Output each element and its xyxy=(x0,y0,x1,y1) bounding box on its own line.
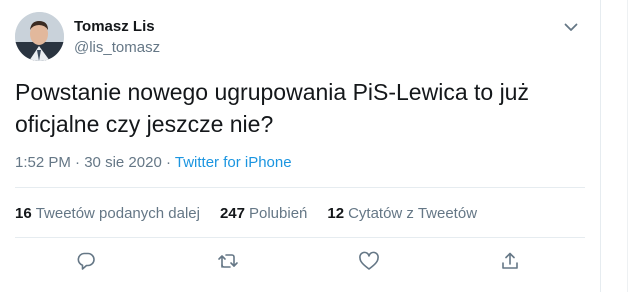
retweet-button[interactable] xyxy=(216,249,240,273)
divider-top xyxy=(15,187,585,188)
chevron-down-icon xyxy=(564,23,578,31)
like-icon xyxy=(359,251,379,270)
more-options-button[interactable] xyxy=(562,18,580,36)
retweets-stat[interactable]: 16 Tweetów podanych dalej xyxy=(15,204,200,223)
profile-photo-icon xyxy=(15,12,64,61)
tweet-stats: 16 Tweetów podanych dalej 247 Polubień 12 C… xyxy=(15,204,477,223)
share-icon xyxy=(502,252,518,269)
retweets-label: Tweetów podanych dalej xyxy=(35,205,200,222)
reply-button[interactable] xyxy=(74,249,98,273)
quotes-count: 12 xyxy=(327,205,345,222)
tweet-card: Tomasz Lis @lis_tomasz Powstanie nowego … xyxy=(0,0,600,292)
side-column xyxy=(601,0,632,292)
meta-separator: · xyxy=(70,154,85,171)
share-button[interactable] xyxy=(498,249,522,273)
tweet-actions xyxy=(0,249,600,273)
reply-icon xyxy=(77,252,95,270)
side-divider xyxy=(627,0,628,292)
likes-count: 247 xyxy=(219,205,245,222)
likes-stat[interactable]: 247 Polubień xyxy=(220,204,307,223)
avatar[interactable] xyxy=(15,12,64,61)
tweet-text-line-1: Powstanie nowego ugrupowania PiS-Lewica … xyxy=(15,79,529,105)
retweets-count: 16 xyxy=(15,205,32,222)
like-button[interactable] xyxy=(357,249,381,273)
retweet-icon xyxy=(218,254,238,268)
tweet-text-line-2: oficjalne czy jeszcze nie? xyxy=(15,111,274,137)
divider-bottom xyxy=(15,237,585,238)
tweet-meta: 1:52 PM · 30 sie 2020 · Twitter for iPho… xyxy=(15,153,292,172)
tweet-date[interactable]: 30 sie 2020 xyxy=(84,154,162,171)
tweet-header: Tomasz Lis @lis_tomasz xyxy=(15,12,585,62)
likes-label: Polubień xyxy=(249,205,308,222)
tweet-source-link[interactable]: Twitter for iPhone xyxy=(175,154,292,171)
tweet-text: Powstanie nowego ugrupowania PiS-Lewica … xyxy=(15,76,575,140)
author-handle[interactable]: @lis_tomasz xyxy=(74,38,160,57)
author-display-name[interactable]: Tomasz Lis xyxy=(74,17,160,36)
quotes-label: Cytatów z Tweetów xyxy=(348,205,478,222)
quotes-stat[interactable]: 12 Cytatów z Tweetów xyxy=(327,204,477,223)
meta-separator-2: · xyxy=(161,154,175,171)
tweet-time[interactable]: 1:52 PM xyxy=(15,154,71,171)
